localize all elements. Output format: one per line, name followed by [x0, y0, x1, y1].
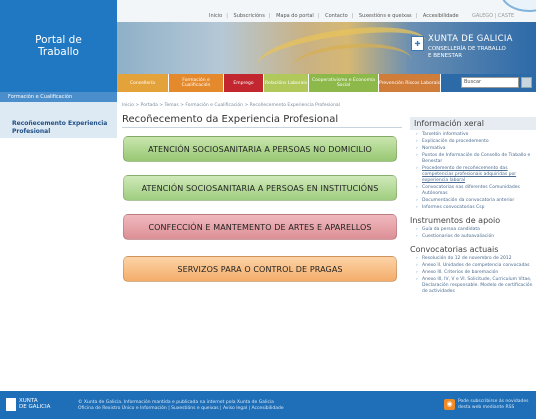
sidebar-section-header[interactable]: Formación e Cualificación: [0, 92, 117, 102]
category-button-home-care[interactable]: ATENCIÓN SOCIOSANITARIA A PERSOAS NO DOM…: [123, 136, 397, 162]
portal-logo[interactable]: Portal de Traballo: [0, 0, 117, 92]
separator: |: [415, 13, 418, 19]
xunta-brand[interactable]: ✚ XUNTA DE GALICIA CONSELLERÍA DE TRABAL…: [411, 32, 536, 72]
calls-section-title: Convocatorias actuais: [410, 245, 499, 254]
separator: |: [226, 13, 228, 19]
footer-text: © Xunta de Galicia. Información mantida …: [78, 400, 284, 412]
footer-logo[interactable]: XUNTA DE GALICIA: [6, 398, 68, 412]
footer-links[interactable]: Oficina de Rexistro Único e Información …: [78, 406, 284, 412]
nav-tab-formacion[interactable]: Formación e Cualificación: [169, 74, 224, 92]
department-line2: E BENESTAR: [428, 53, 463, 59]
top-link-home[interactable]: Inicio: [207, 13, 224, 19]
breadcrumb[interactable]: Inicio > Portada > Temas > Formación e C…: [122, 103, 340, 108]
top-link-contact[interactable]: Contacto: [323, 13, 350, 19]
separator: |: [351, 13, 354, 19]
category-button-arts-maintenance[interactable]: CONFECCIÓN E MANTEMENTO DE ARTES E APARE…: [123, 214, 397, 240]
tools-section-title: Instrumentos de apoio: [410, 216, 501, 225]
department-line1: CONSELLERÍA DE TRABALLO: [428, 46, 506, 52]
tools-list: Guía da persoa candidata Cuestionarios d…: [410, 227, 536, 240]
top-links: Inicio | Subscricións | Mapa do portal | Co…: [207, 13, 461, 19]
info-link[interactable]: Informes convocatorias Csp: [416, 205, 536, 211]
language-selector[interactable]: GALEGO | CASTE: [472, 13, 514, 19]
tools-link[interactable]: Cuestionarios de autoavaliación: [416, 234, 536, 240]
category-button-institution-care[interactable]: ATENCIÓN SOCIOSANITARIA A PERSOAS EN INS…: [123, 175, 397, 201]
top-link-sitemap[interactable]: Mapa do portal: [274, 13, 316, 19]
nav-tab-emprego[interactable]: Emprego: [224, 74, 264, 92]
right-column: Información xeral Tarxetón informativo E…: [410, 117, 536, 300]
rss-icon[interactable]: ◉: [444, 399, 455, 410]
info-link[interactable]: Procedemento de recoñecemento das compet…: [416, 166, 536, 184]
sidebar-panel: Recoñecemento Experiencia Profesional: [0, 102, 117, 138]
main-nav: Consellería Formación e Cualificación Em…: [117, 74, 536, 92]
xunta-emblem-icon: ✚: [411, 36, 424, 51]
department-name: CONSELLERÍA DE TRABALLO E BENESTAR: [428, 46, 506, 60]
rss-text-line2: desta web mediante RSS: [458, 405, 515, 410]
category-button-pest-control[interactable]: SERVIZOS PARA O CONTROL DE PRAGAS: [123, 256, 397, 282]
top-link-suggestions[interactable]: Suxestións e queixas: [357, 13, 414, 19]
calls-link[interactable]: Anexo III. Criterios de baremación: [416, 270, 536, 276]
divider: [122, 127, 402, 128]
info-link[interactable]: Convocatorias nas diferentes Comunidades…: [416, 185, 536, 197]
xunta-name: XUNTA DE GALICIA: [428, 34, 513, 44]
portal-title-line1: Portal de: [35, 34, 82, 46]
top-link-subscriptions[interactable]: Subscricións: [232, 13, 267, 19]
calls-link[interactable]: Anexo III, IV, V e VI. Solicitude, Curri…: [416, 277, 536, 295]
rss-text[interactable]: Pode subscribirse ás novidades desta web…: [458, 399, 534, 411]
top-link-accessibility[interactable]: Accesibilidade: [421, 13, 461, 19]
page-title: Recoñecemento da Experiencia Profesional: [122, 114, 339, 125]
nav-tab-conselleria[interactable]: Consellería: [117, 74, 169, 92]
info-link[interactable]: Puntos de Información do Consello de Tra…: [416, 153, 536, 165]
calls-list: Resolución do 12 de novembro de 2012 Ane…: [410, 256, 536, 295]
header-banner: Inicio | Subscricións | Mapa do portal | Co…: [117, 0, 536, 92]
separator: |: [317, 13, 320, 19]
footer-logo-line2: DE GALICIA: [19, 404, 51, 410]
calls-link[interactable]: Resolución do 12 de novembro de 2012: [416, 256, 536, 262]
calls-link[interactable]: Anexo II. Unidades de competencia convoc…: [416, 263, 536, 269]
sidebar-item-recognition[interactable]: Recoñecemento Experiencia Profesional: [12, 120, 117, 136]
info-list: Tarxetón informativo Explicación do proc…: [410, 132, 536, 211]
footer: XUNTA DE GALICIA © Xunta de Galicia. Inf…: [0, 391, 536, 419]
tools-link[interactable]: Guía da persoa candidata: [416, 227, 536, 233]
search-input[interactable]: Buscar: [461, 77, 519, 88]
separator: |: [268, 13, 271, 19]
nav-tab-relacions-laborais[interactable]: Relacións Laborais: [264, 74, 309, 92]
xunta-emblem-icon: [6, 398, 16, 411]
nav-tab-prevencion-riscos[interactable]: Prevención Riscos Laborais: [379, 74, 441, 92]
info-link[interactable]: Documentación da convocatoria anterior: [416, 198, 536, 204]
info-link[interactable]: Normativa: [416, 146, 536, 152]
info-link[interactable]: Tarxetón informativo: [416, 132, 536, 138]
nav-tab-cooperativismo[interactable]: Cooperativismo e Economía Social: [309, 74, 379, 92]
info-link[interactable]: Explicación do procedemento: [416, 139, 536, 145]
search-button[interactable]: [521, 77, 532, 88]
portal-title-line2: Traballo: [38, 46, 79, 58]
info-section-title: Información xeral: [410, 117, 536, 130]
footer-logo-text: XUNTA DE GALICIA: [19, 398, 50, 410]
sidebar-empty: [0, 138, 117, 379]
